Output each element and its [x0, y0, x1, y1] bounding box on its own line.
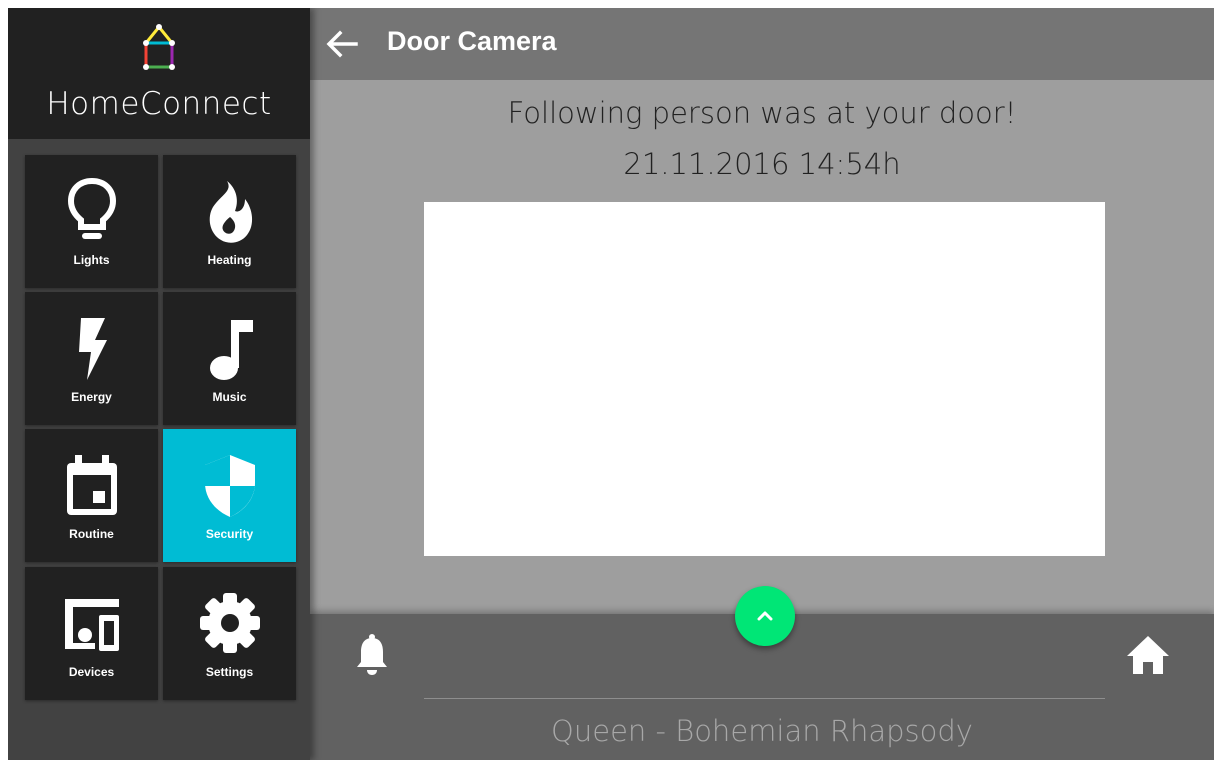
camera-snapshot — [424, 202, 1105, 556]
house-logo-icon — [143, 24, 175, 70]
sidebar: HomeConnect Lights Heating Energy Music … — [8, 8, 310, 760]
sidebar-item-routine[interactable]: Routine — [25, 429, 158, 562]
sidebar-item-label: Routine — [69, 527, 114, 541]
sidebar-item-label: Settings — [205, 665, 254, 679]
sidebar-item-settings[interactable]: Settings — [163, 567, 296, 700]
bell-icon[interactable] — [354, 632, 390, 676]
now-playing-track[interactable]: Queen - Bohemian Rhapsody — [310, 714, 1214, 748]
sidebar-item-label: Devices — [68, 665, 115, 679]
lightbulb-icon — [67, 177, 117, 239]
page-title: Door Camera — [387, 26, 557, 56]
sidebar-item-music[interactable]: Music — [163, 292, 296, 425]
sidebar-item-label: Security — [205, 527, 254, 541]
sidebar-item-lights[interactable]: Lights — [25, 155, 158, 288]
devices-icon — [65, 599, 119, 651]
chevron-up-icon — [757, 611, 773, 621]
expand-player-button[interactable] — [735, 586, 795, 646]
gear-icon — [200, 593, 260, 653]
calendar-icon — [67, 455, 117, 515]
flame-icon — [209, 181, 253, 243]
sidebar-item-label: Energy — [71, 390, 112, 404]
sidebar-item-energy[interactable]: Energy — [25, 292, 158, 425]
arrow-left-icon[interactable] — [324, 26, 360, 62]
visit-timestamp: 21.11.2016 14:54h — [623, 147, 901, 181]
sidebar-item-devices[interactable]: Devices — [25, 567, 158, 700]
top-app-bar: Door Camera — [310, 8, 1214, 80]
music-note-icon — [210, 320, 253, 380]
brand-header: HomeConnect — [8, 8, 310, 139]
sidebar-item-label: Heating — [207, 253, 252, 267]
sidebar-item-label: Lights — [73, 253, 110, 267]
home-icon[interactable] — [1125, 634, 1171, 676]
sidebar-item-label: Music — [212, 390, 247, 404]
sidebar-item-security[interactable]: Security — [163, 429, 296, 562]
app-name: HomeConnect — [46, 86, 272, 122]
visitor-message: Following person was at your door! — [507, 96, 1017, 130]
divider — [424, 698, 1105, 699]
app-window: HomeConnect Lights Heating Energy Music … — [8, 8, 1214, 760]
sidebar-item-heating[interactable]: Heating — [163, 155, 296, 288]
shield-icon — [205, 455, 255, 517]
lightning-bolt-icon — [79, 318, 107, 380]
